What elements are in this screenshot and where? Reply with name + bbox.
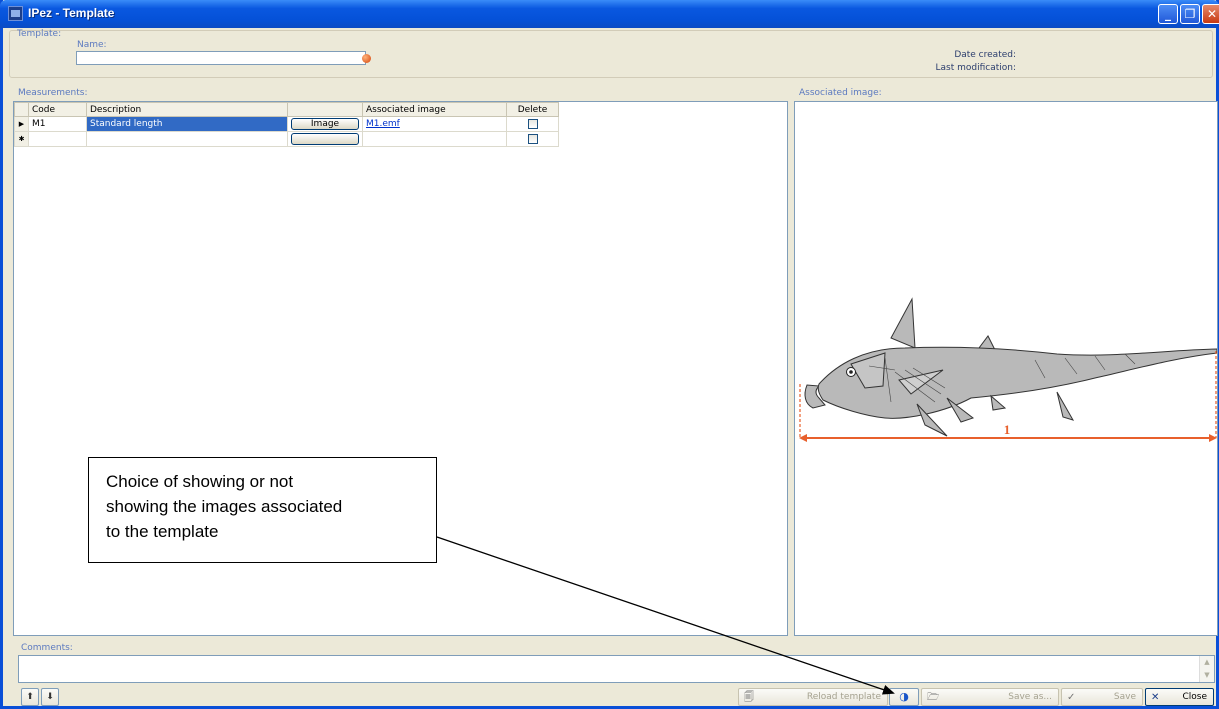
callout-arrow [436, 536, 895, 695]
annotation-callout: Choice of showing or not showing the ima… [88, 457, 437, 563]
callout-line-1: Choice of showing or not [106, 472, 294, 491]
callout-line-2: showing the images associated [106, 497, 343, 516]
callout-line-3: to the template [106, 522, 219, 541]
